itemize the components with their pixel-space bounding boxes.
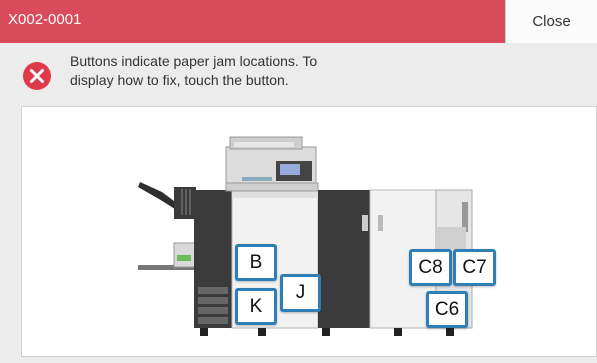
close-button[interactable]: Close [505,0,597,43]
dialog-title-bar: X002-0001 Close [0,0,597,43]
jam-button-b[interactable]: B [235,244,277,281]
jam-button-j[interactable]: J [280,274,321,312]
jam-button-c6[interactable]: C6 [426,291,468,328]
instruction-line-2: display how to fix, touch the button. [70,72,289,88]
jam-button-c8[interactable]: C8 [409,249,452,286]
instruction-message: Buttons indicate paper jam locations. To… [70,52,490,90]
message-bar: Buttons indicate paper jam locations. To… [0,43,597,101]
error-icon [23,62,51,90]
printer-illustration [138,136,473,336]
printer-diagram-panel: B J K C8 C7 C6 [21,106,597,357]
jam-button-c7[interactable]: C7 [453,249,496,286]
jam-button-k[interactable]: K [235,288,277,325]
instruction-line-1: Buttons indicate paper jam locations. To [70,53,318,69]
error-code: X002-0001 [8,11,82,28]
